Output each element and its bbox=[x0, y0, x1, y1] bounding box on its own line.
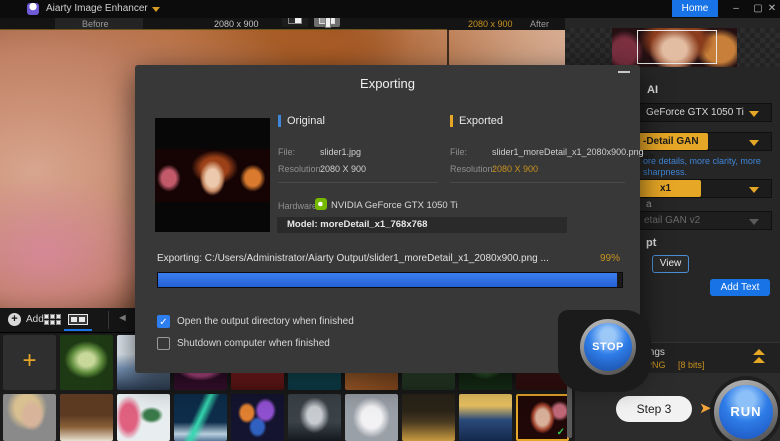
toolbar-divider bbox=[108, 311, 109, 329]
progress-path-text: Exporting: C:/Users/Administrator/Aiarty… bbox=[157, 253, 549, 264]
exported-file-label: File: bbox=[450, 147, 467, 157]
original-heading: Original bbox=[278, 115, 325, 127]
after-label: After bbox=[530, 19, 549, 29]
hardware-value: NVIDIA GeForce GTX 1050 Ti bbox=[331, 200, 458, 211]
exported-resolution-label: Resolution: bbox=[450, 164, 495, 174]
chevron-down-icon bbox=[749, 111, 759, 117]
window-close-button[interactable]: ✕ bbox=[762, 0, 780, 17]
ai-section-heading: AI bbox=[647, 84, 658, 96]
title-bar: Aiarty Image Enhancer Home – ▢ ✕ bbox=[0, 0, 780, 18]
app-title: Aiarty Image Enhancer bbox=[46, 3, 148, 14]
secondary-model-dropdown-value: etail GAN v2 bbox=[644, 215, 700, 226]
thumbnail-blonde-woman[interactable] bbox=[3, 394, 56, 441]
step-arrow-icon: ➤ bbox=[699, 399, 712, 417]
model-description-line1: ore details, more clarity, more sharpnes… bbox=[643, 156, 780, 178]
nvidia-logo-icon bbox=[315, 198, 327, 210]
app-logo-icon bbox=[27, 3, 39, 15]
chevron-down-icon bbox=[749, 219, 759, 225]
exported-resolution-value: 2080 X 900 bbox=[492, 164, 538, 174]
dialog-minimize-button[interactable] bbox=[618, 71, 630, 73]
add-image-label[interactable]: Add bbox=[26, 314, 44, 325]
checkbox-checked-icon[interactable]: ✓ bbox=[157, 315, 170, 328]
chevron-down-icon bbox=[749, 187, 759, 193]
progress-bar bbox=[157, 272, 623, 288]
grid-view-icon[interactable] bbox=[44, 314, 61, 325]
checkbox-unchecked-icon[interactable] bbox=[157, 337, 170, 350]
thumbnail-fairy[interactable] bbox=[60, 335, 113, 390]
gpu-dropdown-value: GeForce GTX 1050 Ti bbox=[646, 107, 744, 118]
thumbnail-add-image-tile[interactable]: + bbox=[3, 335, 56, 390]
window-minimize-button[interactable]: – bbox=[726, 0, 746, 17]
shutdown-label: Shutdown computer when finished bbox=[177, 338, 330, 349]
run-button[interactable]: RUN bbox=[719, 385, 773, 439]
original-divider bbox=[278, 182, 438, 183]
export-bit-depth: [8 bits] bbox=[678, 360, 705, 370]
open-directory-checkbox-row[interactable]: ✓ Open the output directory when finishe… bbox=[157, 315, 354, 328]
original-resolution-label: Resolution: bbox=[278, 164, 323, 174]
open-directory-label: Open the output directory when finished bbox=[177, 316, 354, 327]
before-label: Before bbox=[82, 19, 109, 29]
progress-percent: 99% bbox=[575, 253, 620, 264]
thumbnail-jellyfish[interactable] bbox=[231, 394, 284, 441]
stop-button-backdrop: STOP bbox=[558, 310, 651, 392]
stop-button[interactable]: STOP bbox=[584, 323, 632, 371]
model-bar: Model: moreDetail_x1_768x768 bbox=[277, 217, 567, 233]
export-preview-photo bbox=[155, 149, 270, 202]
processing-check-icon: ✓ bbox=[557, 427, 565, 438]
original-file-value: slider1.jpg bbox=[320, 147, 361, 157]
filmstrip-selected-underline bbox=[64, 329, 92, 331]
navigator-viewport-rect[interactable] bbox=[637, 30, 717, 64]
original-resolution-value: 2080 X 900 bbox=[320, 164, 366, 174]
prompt-section-heading: pt bbox=[646, 237, 656, 249]
filmstrip-view-icon[interactable] bbox=[68, 314, 88, 325]
exported-divider bbox=[450, 182, 625, 183]
after-resolution: 2080 x 900 bbox=[468, 19, 513, 29]
view-button[interactable]: View bbox=[652, 255, 689, 273]
scroll-left-icon[interactable]: ◄ bbox=[117, 312, 128, 324]
stop-button-ring: STOP bbox=[580, 319, 636, 375]
thumbnail-lighthouse[interactable] bbox=[459, 394, 512, 441]
original-file-label: File: bbox=[278, 147, 295, 157]
shutdown-checkbox-row[interactable]: Shutdown computer when finished bbox=[157, 337, 330, 350]
viewbar-underline bbox=[0, 29, 447, 30]
thumbnail-pirate-ship[interactable] bbox=[288, 394, 341, 441]
before-resolution: 2080 x 900 bbox=[214, 19, 259, 29]
hardware-label: Hardware: bbox=[278, 201, 320, 211]
thumbnail-chocolate-ship[interactable] bbox=[60, 394, 113, 441]
partial-section-heading: a bbox=[646, 199, 652, 210]
exported-file-value: slider1_moreDetail_x1_2080x900.png bbox=[492, 147, 644, 157]
export-preview-image bbox=[155, 118, 270, 232]
thumbnail-storm-barn[interactable] bbox=[402, 394, 455, 441]
dialog-title: Exporting bbox=[135, 76, 640, 91]
thumbnail-white-lion[interactable] bbox=[345, 394, 398, 441]
exported-heading: Exported bbox=[450, 115, 503, 127]
add-text-button[interactable]: Add Text bbox=[710, 279, 770, 296]
chevron-down-icon bbox=[749, 140, 759, 146]
collapse-panel-icon[interactable] bbox=[753, 349, 765, 365]
step-badge: Step 3 bbox=[616, 396, 692, 422]
run-button-ring: RUN bbox=[714, 380, 778, 441]
thumbnail-aurora[interactable] bbox=[174, 394, 227, 441]
add-image-icon[interactable]: + bbox=[8, 313, 21, 326]
chevron-down-icon[interactable] bbox=[152, 7, 160, 12]
progress-bar-fill bbox=[158, 273, 617, 287]
thumbnail-red-haired-woman[interactable]: ✓ bbox=[516, 394, 569, 441]
thumbnail-hummingbird[interactable] bbox=[117, 394, 170, 441]
home-button[interactable]: Home bbox=[672, 0, 718, 17]
